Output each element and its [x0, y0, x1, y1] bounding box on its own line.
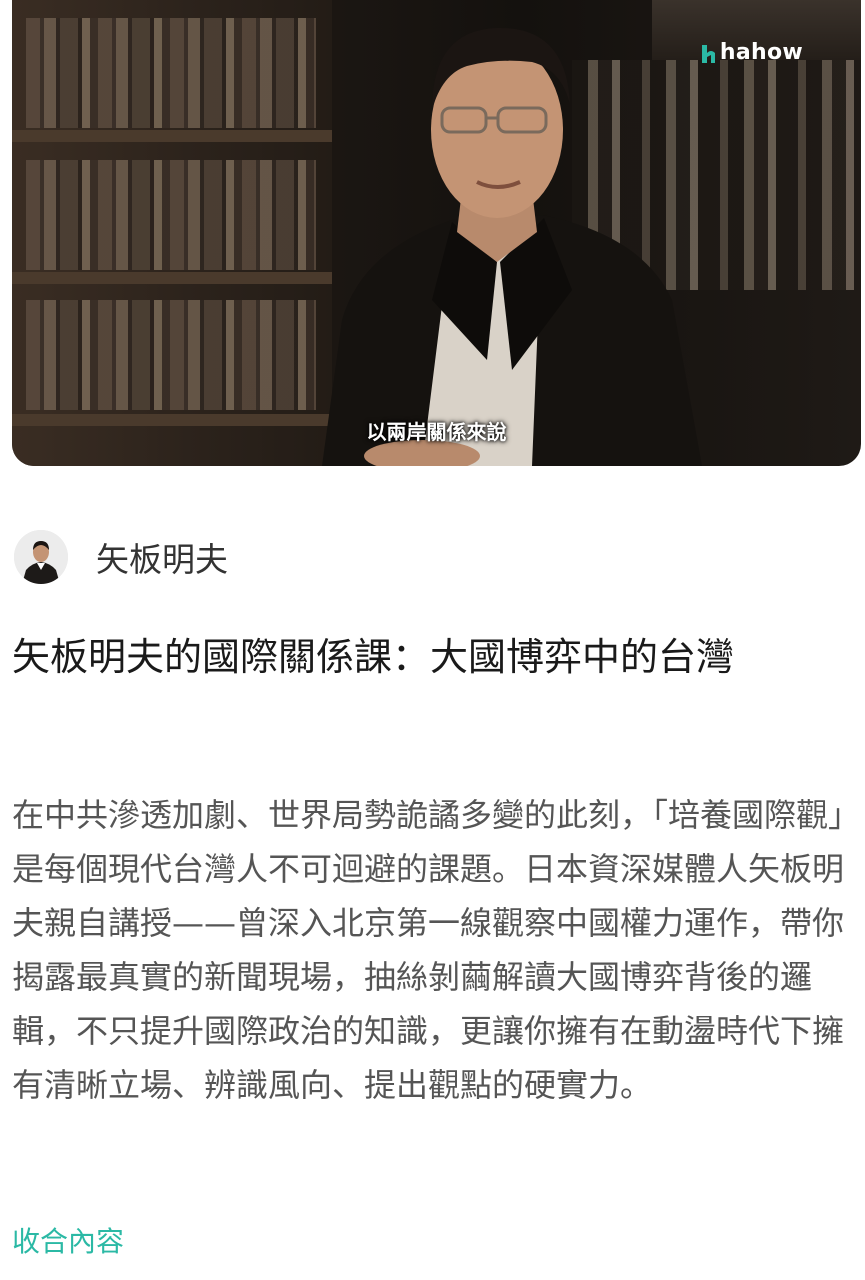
author-row[interactable]: 矢板明夫	[14, 530, 228, 584]
instructor-figure	[322, 27, 702, 466]
video-subtitle: 以兩岸關係來說	[366, 420, 507, 444]
course-video-thumbnail[interactable]: hahow 以兩岸關係來說	[12, 0, 861, 466]
hahow-logo: hahow	[701, 40, 803, 65]
collapse-content-link[interactable]: 收合內容	[12, 1220, 124, 1260]
hahow-logo-text: hahow	[719, 40, 803, 65]
hahow-logo-icon	[701, 43, 716, 63]
course-description: 在中共滲透加劇、世界局勢詭譎多變的此刻，「培養國際觀」是每個現代台灣人不可迴避的…	[12, 796, 861, 1104]
course-title: 矢板明夫的國際關係課：大國博弈中的台灣	[12, 635, 735, 679]
author-name[interactable]: 矢板明夫	[96, 533, 228, 581]
instructor-avatar[interactable]	[14, 530, 68, 584]
